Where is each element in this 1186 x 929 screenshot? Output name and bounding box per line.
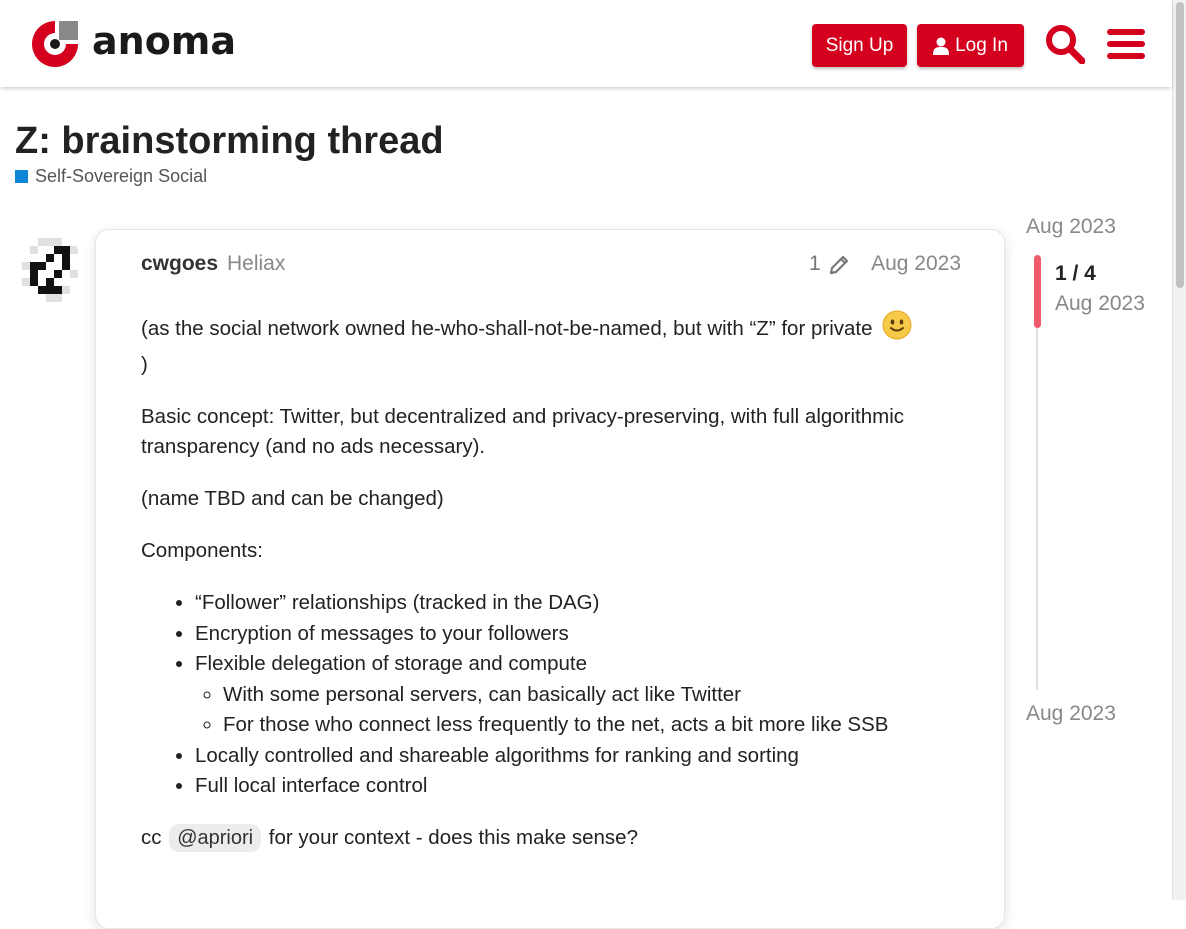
- list-item: Locally controlled and shareable algorit…: [195, 741, 966, 772]
- user-mention-link[interactable]: @apriori: [169, 824, 262, 852]
- log-in-label: Log In: [955, 34, 1008, 56]
- timeline-current-date: Aug 2023: [1055, 292, 1145, 315]
- list-item: Full local interface control: [195, 771, 966, 802]
- list-item: “Follower” relationships (tracked in the…: [195, 588, 966, 619]
- pencil-icon: [829, 255, 848, 275]
- anoma-logo-icon: [32, 21, 78, 67]
- page-scrollbar[interactable]: [1172, 0, 1186, 900]
- search-icon[interactable]: [1043, 22, 1087, 66]
- category-label: Self-Sovereign Social: [35, 166, 208, 186]
- list-item: Flexible delegation of storage and compu…: [195, 649, 966, 741]
- hamburger-menu-icon[interactable]: [1104, 22, 1148, 66]
- sub-list: With some personal servers, can basicall…: [195, 680, 966, 741]
- cc-prefix: cc: [141, 826, 162, 849]
- slightly-smiling-face-icon: [882, 310, 912, 350]
- post-user-title: Heliax: [227, 252, 286, 275]
- post-header: cwgoes Heliax 1 Aug 2023: [141, 252, 961, 282]
- edit-history-button[interactable]: 1: [809, 252, 851, 276]
- paragraph-text-end: ): [141, 352, 148, 376]
- user-icon: [933, 37, 950, 55]
- list-item-text: Flexible delegation of storage and compu…: [195, 652, 588, 675]
- category-badge[interactable]: Self-Sovereign Social: [15, 166, 207, 187]
- category-color-icon: [15, 170, 28, 183]
- topic-title[interactable]: Z: brainstorming thread: [15, 120, 444, 163]
- cc-suffix: for your context - does this make sense?: [268, 826, 638, 849]
- list-item: Encryption of messages to your followers: [195, 619, 966, 650]
- scrollbar-thumb[interactable]: [1176, 2, 1184, 288]
- sub-list-item: For those who connect less frequently to…: [223, 710, 966, 741]
- site-header: anoma Sign Up Log In: [0, 0, 1172, 87]
- timeline-post-count: 1 / 4: [1055, 262, 1096, 285]
- sign-up-label: Sign Up: [825, 34, 894, 56]
- timeline-start-date[interactable]: Aug 2023: [1026, 215, 1116, 239]
- post-paragraph: cc @apriori for your context - does this…: [141, 823, 966, 854]
- sign-up-button[interactable]: Sign Up: [812, 24, 907, 67]
- sub-list-item: With some personal servers, can basicall…: [223, 680, 966, 711]
- avatar[interactable]: [16, 235, 85, 304]
- post-paragraph: (name TBD and can be changed): [141, 487, 444, 510]
- components-list: “Follower” relationships (tracked in the…: [141, 588, 966, 802]
- post-paragraph: Components:: [141, 539, 263, 562]
- post-body: (as the social network owned he-who-shal…: [141, 310, 966, 875]
- logo-text: anoma: [92, 19, 237, 63]
- log-in-button[interactable]: Log In: [917, 24, 1024, 67]
- paragraph-text: (as the social network owned he-who-shal…: [141, 317, 873, 340]
- post-paragraph: (as the social network owned he-who-shal…: [141, 310, 966, 380]
- timeline-handle[interactable]: [1034, 255, 1041, 328]
- post-paragraph: Basic concept: Twitter, but decentralize…: [141, 404, 905, 459]
- post-card: cwgoes Heliax 1 Aug 2023 (as the social …: [95, 229, 1005, 929]
- timeline-end-date[interactable]: Aug 2023: [1026, 702, 1116, 726]
- edit-count: 1: [809, 252, 821, 275]
- post-username[interactable]: cwgoes: [141, 252, 218, 276]
- site-logo[interactable]: anoma: [28, 17, 236, 71]
- post-date[interactable]: Aug 2023: [871, 252, 961, 276]
